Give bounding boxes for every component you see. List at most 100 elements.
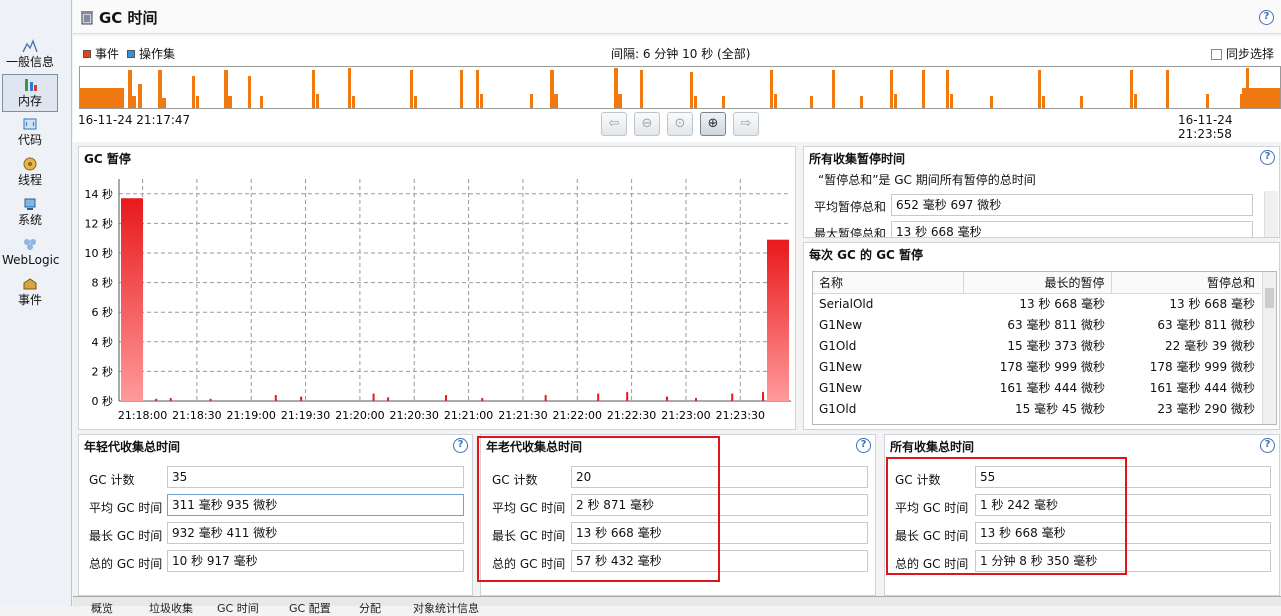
tab-overview[interactable]: 概览 — [77, 600, 113, 615]
legend-opsets: 操作集 — [127, 45, 175, 62]
tab-object-statistics[interactable]: 对象统计信息 — [399, 600, 479, 615]
max-pause-label: 最大暂停总和 — [814, 227, 887, 237]
gc-count-field[interactable]: 35 — [167, 466, 464, 488]
y-tick-label: 12 秒 — [85, 216, 114, 230]
table-row[interactable]: G1New 63 毫秒 811 微秒 63 毫秒 811 微秒 — [813, 314, 1261, 335]
nav-code[interactable]: 代码 — [2, 114, 58, 152]
timeline-event-bar — [722, 96, 725, 108]
gc-pause-bar — [762, 392, 765, 401]
gc-pause-chart: 0 秒 2 秒 4 秒 6 秒 8 秒 10 秒 12 秒 14 秒 21:18:00 21:18… — [85, 179, 791, 422]
timeline-event-bar — [162, 98, 166, 108]
cell-sum: 161 毫秒 444 微秒 — [1149, 381, 1255, 395]
nav-threads[interactable]: 线程 — [2, 154, 58, 192]
y-tick-label: 10 秒 — [85, 246, 114, 260]
avg-pause-field[interactable]: 652 毫秒 697 微秒 — [891, 194, 1253, 216]
timeline-event-bar — [260, 96, 263, 108]
timeline-event-bar — [770, 70, 773, 108]
nav-weblogic[interactable]: WebLogic — [2, 234, 60, 272]
timeline-event-bar — [138, 84, 142, 108]
table-row[interactable]: G1Old 15 毫秒 45 微秒 23 毫秒 290 微秒 — [813, 398, 1261, 419]
x-tick-label: 21:22:00 — [553, 409, 602, 422]
zoom-out-button[interactable]: ⊖ — [634, 112, 660, 136]
sync-checkbox[interactable] — [1211, 49, 1222, 60]
timeline-event-bar — [922, 70, 925, 108]
help-icon[interactable]: ? — [1259, 10, 1274, 25]
cell-name: G1New — [819, 359, 863, 374]
tab-garbage-collection[interactable]: 垃圾收集 — [135, 600, 193, 615]
timeline-start: 16-11-24 21:17:47 — [78, 113, 191, 127]
scrollbar-thumb[interactable] — [1265, 288, 1274, 308]
table-row[interactable]: G1New 178 毫秒 999 微秒 178 毫秒 999 微秒 — [813, 356, 1261, 377]
x-tick-label: 21:18:00 — [118, 409, 167, 422]
threads-icon — [23, 157, 37, 171]
nav-memory[interactable]: 内存 — [2, 74, 58, 112]
cell-sum: 23 毫秒 290 微秒 — [1157, 402, 1255, 416]
nav-label: WebLogic — [2, 253, 60, 267]
zoom-reset-button[interactable]: ⊙ — [667, 112, 693, 136]
tab-allocation[interactable]: 分配 — [345, 600, 381, 615]
timeline-event-bar — [316, 94, 319, 108]
x-tick-label: 21:19:30 — [281, 409, 330, 422]
timeline-event-bar — [196, 96, 199, 108]
max-pause-field[interactable]: 13 秒 668 毫秒 — [891, 221, 1253, 237]
help-icon[interactable]: ? — [1260, 150, 1275, 165]
avg-gc-time-field[interactable]: 311 毫秒 935 微秒 — [167, 494, 464, 516]
avg-gc-time-label: 平均 GC 时间 — [89, 501, 163, 515]
column-name-header[interactable]: 名称 — [813, 272, 964, 294]
cell-name: SerialOld — [819, 296, 874, 311]
nav-label: 一般信息 — [5, 55, 54, 69]
x-tick-label: 21:22:30 — [607, 409, 656, 422]
sync-selection[interactable]: 同步选择 — [1211, 45, 1274, 62]
x-tick-label: 21:20:30 — [390, 409, 439, 422]
annotation-box — [886, 457, 1127, 575]
nav-events[interactable]: 事件 — [2, 274, 58, 312]
arrow-left-icon: ⇦ — [608, 116, 620, 131]
table-row[interactable]: G1New 161 毫秒 444 微秒 161 毫秒 444 微秒 — [813, 377, 1261, 398]
gc-count-label: GC 计数 — [89, 473, 135, 487]
table-row[interactable]: G1Old 15 毫秒 373 微秒 22 毫秒 39 微秒 — [813, 335, 1261, 356]
y-tick-label: 2 秒 — [92, 364, 114, 378]
timeline-event-bar — [460, 70, 463, 108]
timeline-event-bar — [248, 76, 251, 108]
table-scrollbar[interactable] — [1262, 272, 1276, 424]
help-icon[interactable]: ? — [1260, 438, 1275, 453]
gc-pause-bar — [169, 398, 172, 401]
general-info-icon — [22, 39, 38, 53]
total-gc-time-field[interactable]: 10 秒 917 毫秒 — [167, 550, 464, 572]
x-tick-label: 21:23:00 — [661, 409, 710, 422]
timeline-event-bar — [192, 76, 195, 108]
nav-system[interactable]: 系统 — [2, 194, 58, 232]
timeline-event-bar — [132, 96, 136, 108]
timeline-event-bar — [530, 94, 533, 108]
timeline-event-bar — [690, 72, 693, 108]
nav-general-info[interactable]: 一般信息 — [2, 36, 58, 74]
y-tick-label: 6 秒 — [92, 305, 114, 319]
cell-longest: 15 毫秒 45 微秒 — [1015, 402, 1105, 416]
cell-sum: 178 毫秒 999 微秒 — [1149, 360, 1255, 374]
tab-gc-time[interactable]: GC 时间 — [203, 600, 259, 615]
timeline-event-bar — [1246, 68, 1249, 108]
gc-pause-bar — [387, 397, 390, 401]
events-icon — [23, 278, 37, 290]
help-icon[interactable]: ? — [856, 438, 871, 453]
zoom-in-button[interactable]: ⊕ — [700, 112, 726, 136]
tab-gc-config[interactable]: GC 配置 — [275, 600, 331, 615]
code-icon — [23, 118, 37, 130]
gc-pause-bar — [666, 396, 669, 401]
column-pause-sum-header[interactable]: 暂停总和 — [1111, 272, 1261, 294]
max-gc-time-field[interactable]: 932 毫秒 411 微秒 — [167, 522, 464, 544]
gc-pause-bar — [695, 398, 697, 401]
column-longest-pause-header[interactable]: 最长的暂停 — [963, 272, 1112, 294]
pan-left-button[interactable]: ⇦ — [601, 112, 627, 136]
nav-label: 事件 — [17, 293, 42, 307]
x-tick-label: 21:18:30 — [172, 409, 221, 422]
all-pause-time-title: 所有收集暂停时间 — [809, 152, 906, 166]
timeline-strip[interactable] — [79, 66, 1281, 109]
table-row[interactable]: SerialOld 13 秒 668 毫秒 13 秒 668 毫秒 — [813, 293, 1261, 314]
x-tick-label: 21:21:30 — [498, 409, 547, 422]
timeline-event-bar — [550, 70, 554, 108]
pan-right-button[interactable]: ⇨ — [733, 112, 759, 136]
scrollbar[interactable] — [1264, 191, 1278, 237]
gc-pause-bar — [481, 398, 484, 401]
help-icon[interactable]: ? — [453, 438, 468, 453]
